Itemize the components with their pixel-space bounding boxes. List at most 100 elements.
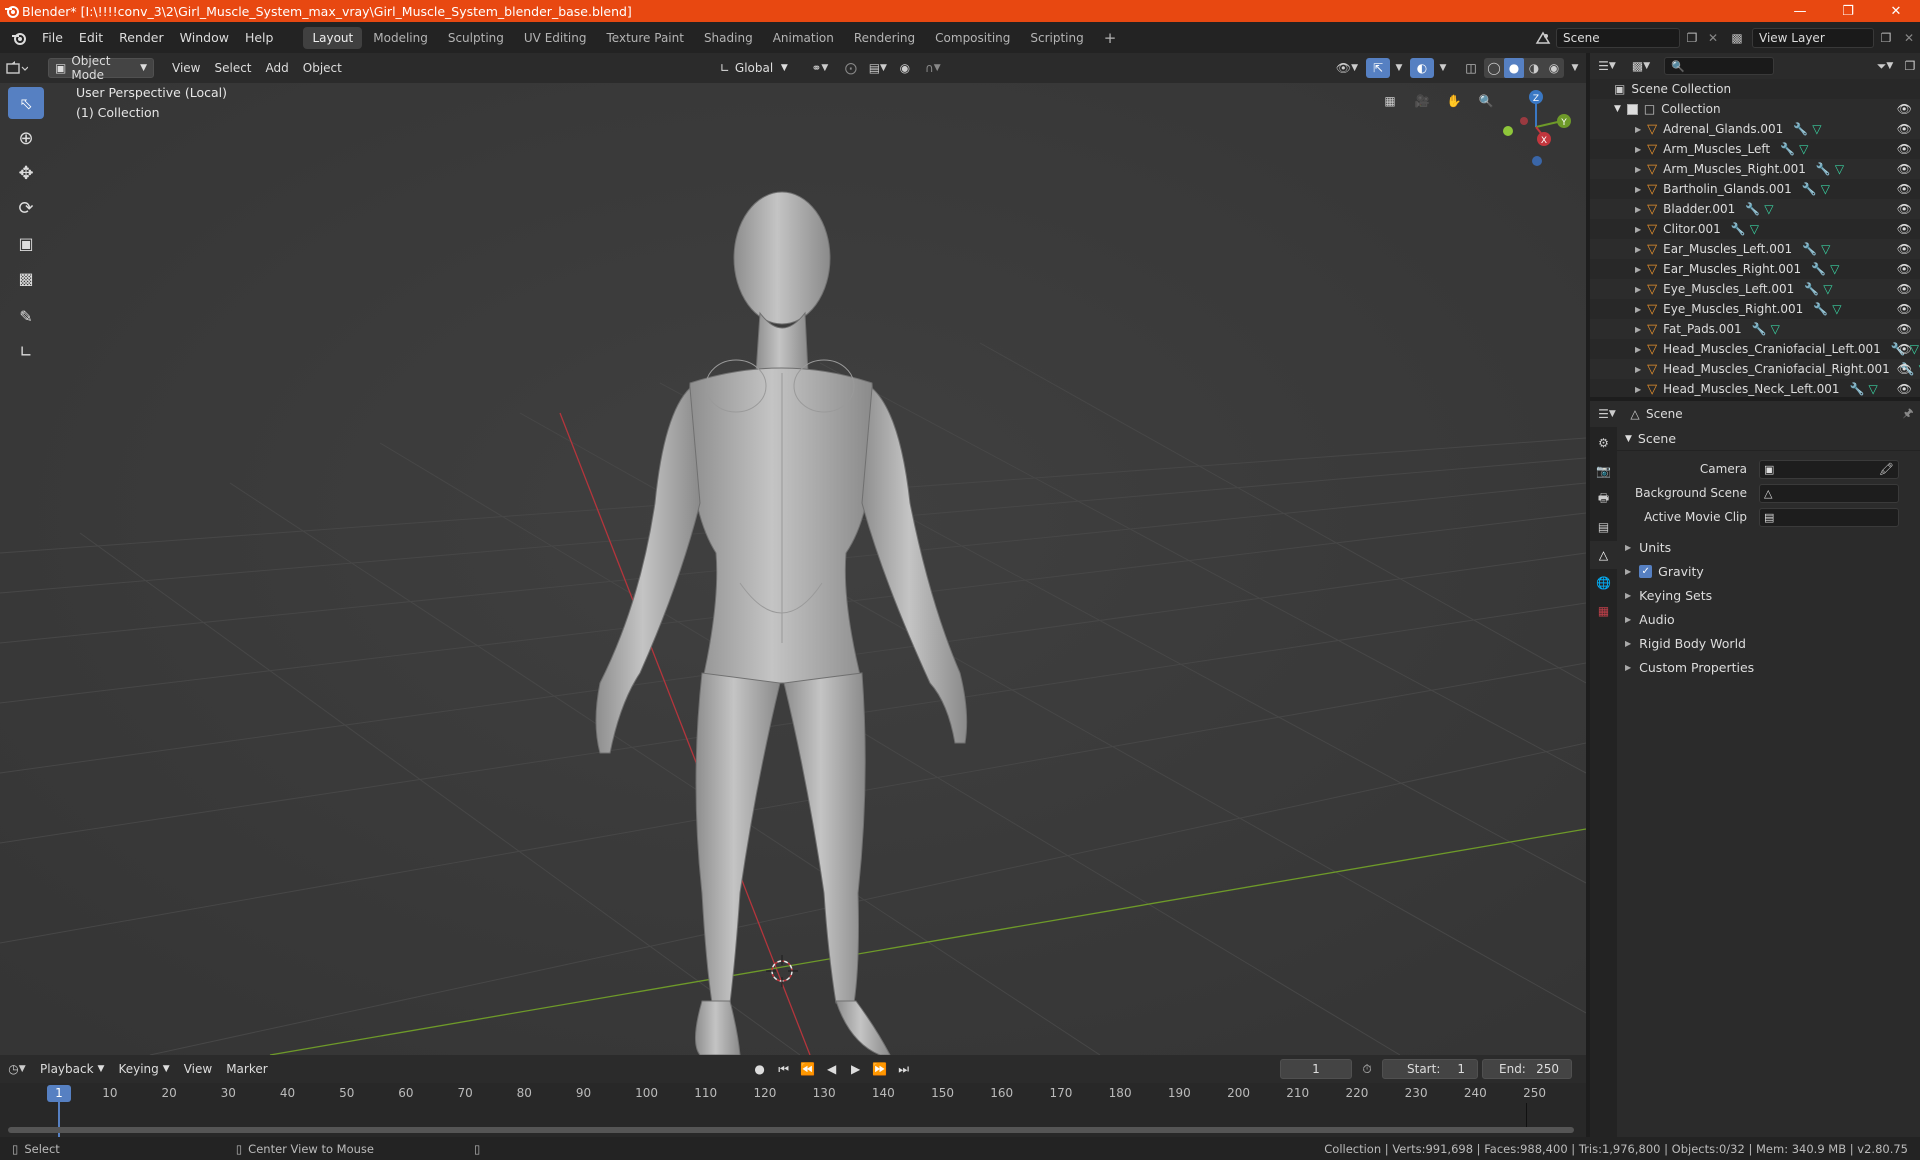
outliner-item[interactable]: ▶▽Head_Muscles_Craniofacial_Right.001🔧▽👁 [1590, 359, 1920, 379]
move-tool[interactable]: ✥ [8, 157, 44, 189]
menu-marker[interactable]: Marker [220, 1059, 273, 1079]
collapse-arrow-icon[interactable]: ▼ [1614, 104, 1621, 114]
play-icon[interactable]: ▶ [846, 1062, 866, 1076]
eye-icon[interactable]: 👁 [1897, 302, 1912, 316]
eye-icon[interactable]: 👁 [1897, 202, 1912, 216]
eye-icon[interactable]: 👁 [1897, 282, 1912, 296]
modifier-wrench-icon[interactable]: 🔧 [1802, 182, 1817, 196]
prev-keyframe-icon[interactable]: ⏪ [798, 1062, 818, 1076]
outliner-item[interactable]: ▶ ▽ Arm_Muscles_Left 🔧 ▽ 👁 [1590, 139, 1920, 159]
rotate-tool[interactable]: ⟳ [8, 192, 44, 224]
current-frame-field[interactable]: 1 [1280, 1059, 1352, 1079]
jump-start-icon[interactable]: ⏮ [774, 1062, 794, 1077]
view-layer-tab-icon[interactable]: ▤ [1590, 513, 1617, 541]
menu-window[interactable]: Window [172, 27, 237, 49]
expand-arrow-icon[interactable]: ▶ [1635, 365, 1641, 374]
snap-icon[interactable]: ⨀ [838, 61, 864, 75]
wireframe-shading-icon[interactable]: ◯ [1484, 61, 1504, 75]
transform-tool[interactable]: ▩ [8, 262, 44, 294]
close-button[interactable]: ✕ [1872, 0, 1920, 22]
modifier-wrench-icon[interactable]: 🔧 [1804, 282, 1819, 296]
eye-icon[interactable]: 👁 [1897, 222, 1912, 236]
scene-tab-icon[interactable]: △ [1590, 541, 1617, 569]
eye-icon[interactable]: 👁 [1897, 102, 1912, 116]
modifier-wrench-icon[interactable]: 🔧 [1802, 242, 1817, 256]
jump-end-icon[interactable]: ⏭ [894, 1062, 914, 1077]
background-scene-field[interactable]: △ [1759, 483, 1899, 503]
expand-arrow-icon[interactable]: ▶ [1635, 345, 1641, 354]
eye-icon[interactable]: 👁 [1897, 122, 1912, 136]
chevron-down-icon[interactable]: ▼ [1564, 63, 1586, 73]
new-collection-icon[interactable]: ❐ [1900, 59, 1920, 73]
tab-scripting[interactable]: Scripting [1021, 27, 1092, 49]
modifier-wrench-icon[interactable]: 🔧 [1745, 202, 1760, 216]
eye-icon[interactable]: 👁 [1897, 342, 1912, 356]
scene-panel-header[interactable]: ▼ Scene [1617, 427, 1920, 451]
expand-arrow-icon[interactable]: ▶ [1635, 305, 1641, 314]
outliner-item[interactable]: ▶ ▽ Head_Muscles_Craniofacial_Left.001 🔧 ▽ 👁 [1590, 339, 1920, 359]
zoom-icon[interactable]: 🔍 [1474, 89, 1498, 113]
xray-icon[interactable]: ◫ [1458, 61, 1484, 75]
measure-tool[interactable]: ∟ [8, 335, 44, 367]
tab-shading[interactable]: Shading [695, 27, 762, 49]
mesh-data-icon[interactable]: ▽ [1821, 242, 1830, 256]
menu-render[interactable]: Render [111, 27, 172, 49]
expand-arrow-icon[interactable]: ▶ [1635, 285, 1641, 294]
filter-icon[interactable]: ⏷ ▼ [1870, 59, 1900, 74]
ortho-toggle-icon[interactable]: ▦ [1378, 89, 1402, 113]
chevron-down-icon[interactable]: ▼ [1434, 63, 1452, 73]
mesh-data-icon[interactable]: ▽ [1832, 302, 1841, 316]
timeline-scrollbar[interactable] [8, 1127, 1574, 1133]
pin-icon[interactable]: 🖈 [1896, 404, 1920, 425]
properties-section-keying-sets[interactable]: ▶ Keying Sets [1617, 583, 1920, 607]
tab-modeling[interactable]: Modeling [364, 27, 437, 49]
mesh-data-icon[interactable]: ▽ [1799, 142, 1808, 156]
snap-target-icon[interactable]: ▤ ▼ [864, 61, 892, 75]
camera-field[interactable]: ▣ 🖍 [1759, 459, 1899, 479]
collection-row[interactable]: ▼ □ Collection 👁 [1590, 99, 1920, 119]
tab-sculpting[interactable]: Sculpting [439, 27, 513, 49]
mesh-data-icon[interactable]: ▽ [1812, 122, 1821, 136]
outliner-editor-type-icon[interactable]: ☰ ▼ [1590, 59, 1624, 73]
mesh-data-icon[interactable]: ▽ [1821, 182, 1830, 196]
expand-arrow-icon[interactable]: ▶ [1635, 145, 1641, 154]
expand-arrow-icon[interactable]: ▶ [1635, 185, 1641, 194]
view-layer-selector[interactable]: View Layer [1752, 27, 1874, 48]
transform-orientation-dropdown[interactable]: ∟ Global ▼ [714, 58, 794, 78]
chevron-down-icon[interactable]: ▼ [1390, 63, 1408, 73]
menu-view[interactable]: View [166, 58, 206, 78]
mesh-data-icon[interactable]: ▽ [1835, 162, 1844, 176]
outliner-item[interactable]: ▶ ▽ Bartholin_Glands.001 🔧 ▽ 👁 [1590, 179, 1920, 199]
output-tab-icon[interactable]: 🖶 [1590, 485, 1617, 513]
mesh-data-icon[interactable]: ▽ [1764, 202, 1773, 216]
tab-rendering[interactable]: Rendering [845, 27, 924, 49]
play-reverse-icon[interactable]: ◀ [822, 1062, 842, 1076]
modifier-wrench-icon[interactable]: 🔧 [1793, 122, 1808, 136]
material-shading-icon[interactable]: ◑ [1524, 61, 1544, 75]
visibility-icon[interactable]: 👁 ▼ [1330, 61, 1364, 75]
mesh-data-icon[interactable]: ▽ [1830, 262, 1839, 276]
modifier-wrench-icon[interactable]: 🔧 [1811, 262, 1826, 276]
modifier-wrench-icon[interactable]: 🔧 [1752, 322, 1767, 336]
tab-layout[interactable]: Layout [303, 26, 363, 49]
expand-arrow-icon[interactable]: ▶ [1635, 385, 1641, 394]
view-layer-icon[interactable]: ▩ [1722, 31, 1752, 45]
outliner-search-input[interactable]: 🔍 [1664, 57, 1774, 75]
select-box-tool[interactable]: ⬁ [8, 87, 44, 119]
timeline-editor-type-icon[interactable]: ◷ ▼ [0, 1062, 34, 1076]
eye-icon[interactable]: 👁 [1897, 362, 1912, 376]
gizmo-toggle[interactable]: ⇱ [1366, 58, 1390, 78]
scene-selector[interactable]: Scene [1556, 27, 1680, 48]
gravity-checkbox[interactable]: ✓ [1639, 564, 1653, 578]
expand-arrow-icon[interactable]: ▶ [1635, 205, 1641, 214]
rendered-shading-icon[interactable]: ◉ [1544, 61, 1564, 75]
mesh-data-icon[interactable]: ▽ [1868, 382, 1877, 396]
modifier-wrench-icon[interactable]: 🔧 [1780, 142, 1795, 156]
record-icon[interactable]: ● [750, 1062, 770, 1076]
overlays-toggle[interactable]: ◐ [1410, 58, 1434, 78]
next-keyframe-icon[interactable]: ⏩ [870, 1062, 890, 1076]
expand-arrow-icon[interactable]: ▶ [1635, 165, 1641, 174]
end-frame-field[interactable]: End: 250 [1482, 1059, 1572, 1079]
mesh-data-icon[interactable]: ▽ [1750, 222, 1759, 236]
properties-editor-type-icon[interactable]: ☰ ▼ [1590, 407, 1624, 421]
